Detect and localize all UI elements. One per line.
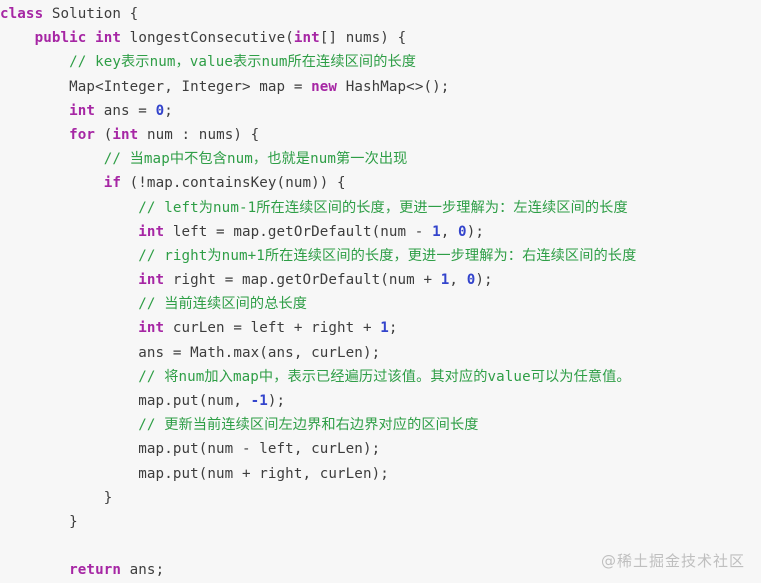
code-token-pln: curLen = left + right + <box>164 320 381 337</box>
code-token-pln: (!map.containsKey(num)) { <box>121 175 346 192</box>
code-token-pln: num : nums) { <box>138 126 260 143</box>
code-token-kw: int <box>293 30 320 47</box>
code-token-pln: } <box>69 513 78 530</box>
code-token-kw: new <box>311 78 338 95</box>
code-token-kw: int <box>112 126 139 143</box>
code-line[interactable]: map.put(num, -1); <box>0 389 761 413</box>
code-line[interactable]: } <box>0 486 761 510</box>
code-line[interactable]: if (!map.containsKey(num)) { <box>0 171 761 195</box>
code-line[interactable]: // key表示num，value表示num所在连续区间的长度 <box>0 50 761 74</box>
code-token-pln: ); <box>267 393 286 409</box>
code-token-pln: , <box>440 223 459 240</box>
code-token-pln: ans = Math.max(ans, curLen); <box>138 344 381 361</box>
code-token-pln: HashMap<>(); <box>337 78 450 95</box>
code-line[interactable]: ans = Math.max(ans, curLen); <box>0 341 761 365</box>
code-line[interactable]: // right为num+1所在连续区间的长度，更进一步理解为：右连续区间的长度 <box>0 244 761 268</box>
code-token-kw: int <box>138 223 165 240</box>
code-token-num: 1 <box>380 320 389 337</box>
code-token-kw: int <box>69 102 96 119</box>
code-token-kw: public <box>34 30 87 47</box>
code-line[interactable]: // left为num-1所在连续区间的长度，更进一步理解为：左连续区间的长度 <box>0 196 761 220</box>
code-token-kw: int <box>138 320 165 337</box>
code-token-pln: map.put(num - left, curLen); <box>138 441 381 458</box>
code-token-com: // key表示num，value表示num所在连续区间的长度 <box>69 54 417 71</box>
code-line[interactable]: // 当map中不包含num，也就是num第一次出现 <box>0 147 761 171</box>
code-line[interactable]: // 更新当前连续区间左边界和右边界对应的区间长度 <box>0 413 761 437</box>
code-line[interactable]: map.put(num + right, curLen); <box>0 462 761 486</box>
code-token-kw: if <box>103 175 121 192</box>
code-line[interactable]: // 当前连续区间的总长度 <box>0 292 761 316</box>
code-token-pln: ; <box>164 102 173 119</box>
code-token-pln: Map<Integer, Integer> map = <box>69 78 312 95</box>
code-block[interactable]: class Solution { public int longestConse… <box>0 0 761 583</box>
code-token-num: 0 <box>155 102 165 119</box>
code-token-pln: } <box>103 489 113 506</box>
code-token-pln: ans; <box>121 562 165 579</box>
code-token-pln: , <box>449 272 467 289</box>
code-token-pln: ; <box>388 320 398 337</box>
code-token-num: -1 <box>250 393 268 409</box>
code-token-pln: ans = <box>95 102 156 119</box>
code-token-kw: int <box>95 30 122 47</box>
code-token-com: // 更新当前连续区间左边界和右边界对应的区间长度 <box>138 417 479 434</box>
code-token-pln: ( <box>95 126 113 143</box>
watermark-label: @稀土掘金技术社区 <box>600 552 745 570</box>
code-token-com: // left为num-1所在连续区间的长度，更进一步理解为：左连续区间的长度 <box>138 199 628 216</box>
code-token-pln: left = map.getOrDefault(num - <box>164 223 433 240</box>
code-token-num: 1 <box>432 223 441 240</box>
code-line[interactable]: public int longestConsecutive(int[] nums… <box>0 26 761 50</box>
code-token-kw: return <box>69 562 121 579</box>
code-token-pln: map.put(num + right, curLen); <box>138 465 389 482</box>
code-token-pln <box>86 30 95 46</box>
code-token-pln: longestConsecutive( <box>121 30 294 47</box>
code-line[interactable]: int ans = 0; <box>0 99 761 123</box>
code-line[interactable]: int curLen = left + right + 1; <box>0 316 761 340</box>
code-token-pln: ); <box>466 223 484 240</box>
code-line[interactable]: } <box>0 510 761 534</box>
code-token-kw: int <box>138 272 165 289</box>
code-line[interactable]: Map<Integer, Integer> map = new HashMap<… <box>0 75 761 99</box>
code-token-pln: right = map.getOrDefault(num + <box>164 272 441 289</box>
code-line[interactable]: for (int num : nums) { <box>0 123 761 147</box>
code-line[interactable]: class Solution { <box>0 2 761 26</box>
code-token-pln: [] nums) { <box>319 30 407 47</box>
code-token-com: // 当前连续区间的总长度 <box>138 296 308 313</box>
code-line[interactable]: int right = map.getOrDefault(num + 1, 0)… <box>0 268 761 292</box>
code-screenshot: class Solution { public int longestConse… <box>0 0 761 583</box>
code-line[interactable]: map.put(num - left, curLen); <box>0 437 761 461</box>
code-token-com: // 当map中不包含num，也就是num第一次出现 <box>103 151 408 168</box>
code-line[interactable]: // 将num加入map中，表示已经遍历过该值。其对应的value可以为任意值。 <box>0 365 761 389</box>
code-token-kw: for <box>69 126 96 143</box>
code-line[interactable]: int left = map.getOrDefault(num - 1, 0); <box>0 220 761 244</box>
code-token-pln: Solution { <box>43 6 139 22</box>
code-token-pln: ); <box>475 272 493 289</box>
code-token-com: // right为num+1所在连续区间的长度，更进一步理解为：右连续区间的长度 <box>138 247 637 264</box>
code-token-com: // 将num加入map中，表示已经遍历过该值。其对应的value可以为任意值。 <box>138 368 631 385</box>
code-token-kw: class <box>0 6 44 22</box>
code-token-num: 0 <box>458 223 467 240</box>
code-token-pln: map.put(num, <box>138 393 251 409</box>
